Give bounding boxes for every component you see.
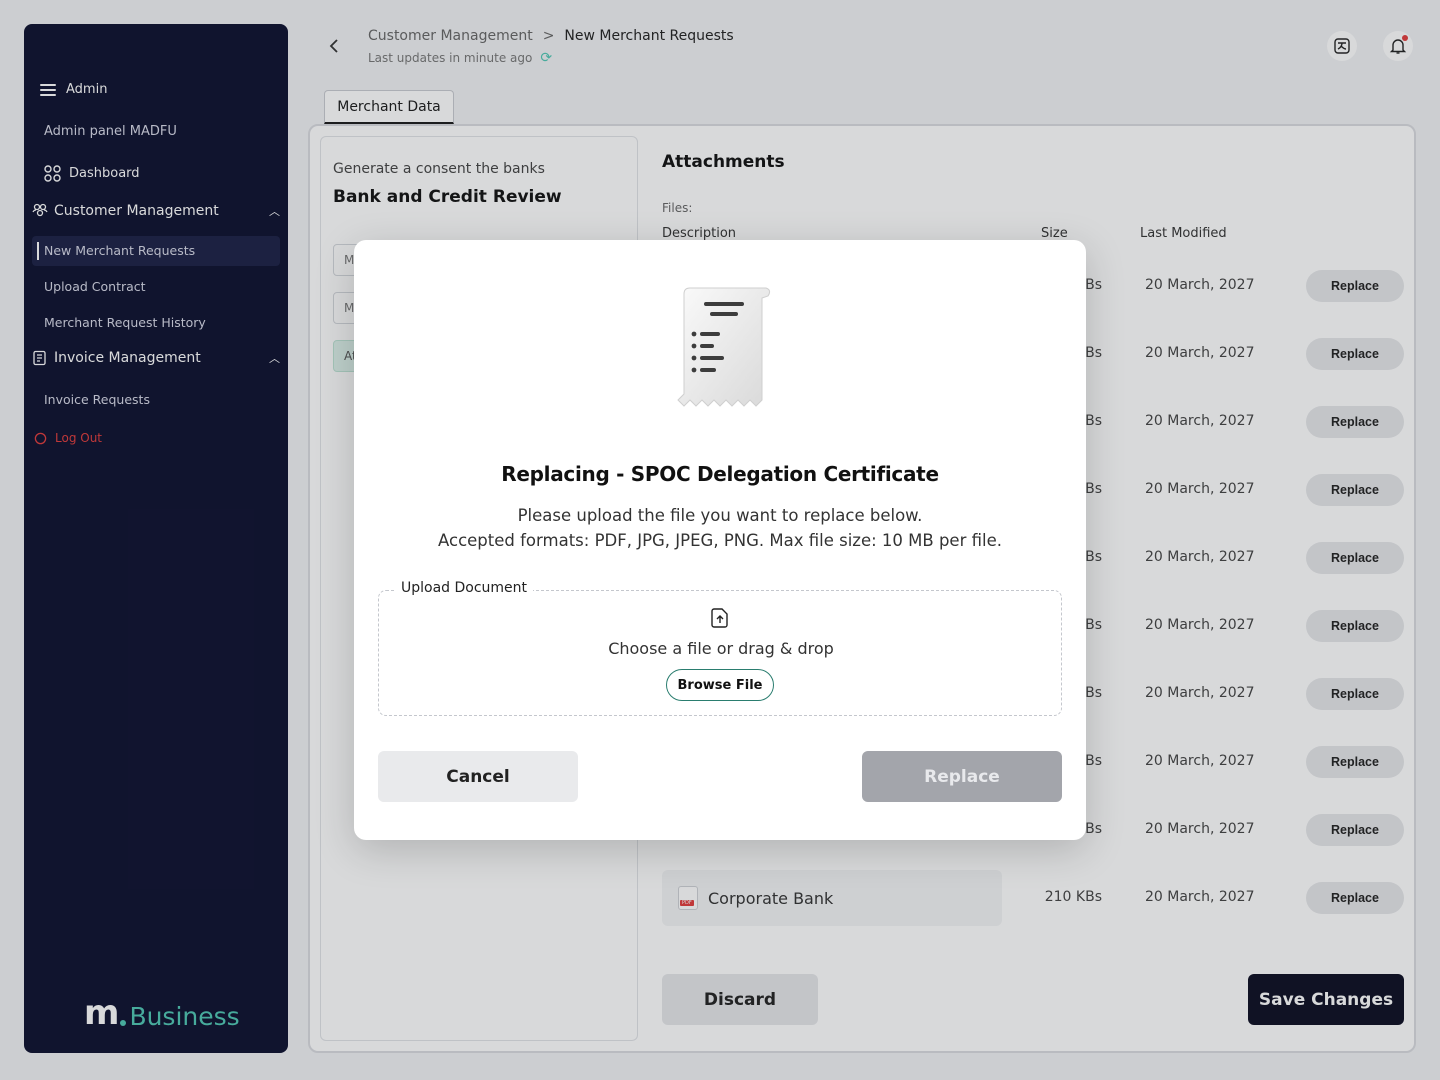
file-upload-icon [711,608,728,628]
modal-formats-note: Accepted formats: PDF, JPG, JPEG, PNG. M… [438,531,1002,550]
replace-confirm-button[interactable]: Replace [862,751,1062,802]
cancel-button[interactable]: Cancel [378,751,578,802]
document-scroll-icon [677,287,771,407]
modal-title: Replacing - SPOC Delegation Certificate [501,462,939,486]
modal-description: Please upload the file you want to repla… [517,506,923,525]
upload-legend: Upload Document [395,580,534,596]
upload-instructions: Choose a file or drag & drop [608,639,834,658]
browse-file-button[interactable]: Browse File [666,669,774,701]
replace-file-modal: Replacing - SPOC Delegation Certificate … [354,240,1086,840]
upload-dropzone[interactable]: Upload Document Choose a file or drag & … [378,580,1062,716]
